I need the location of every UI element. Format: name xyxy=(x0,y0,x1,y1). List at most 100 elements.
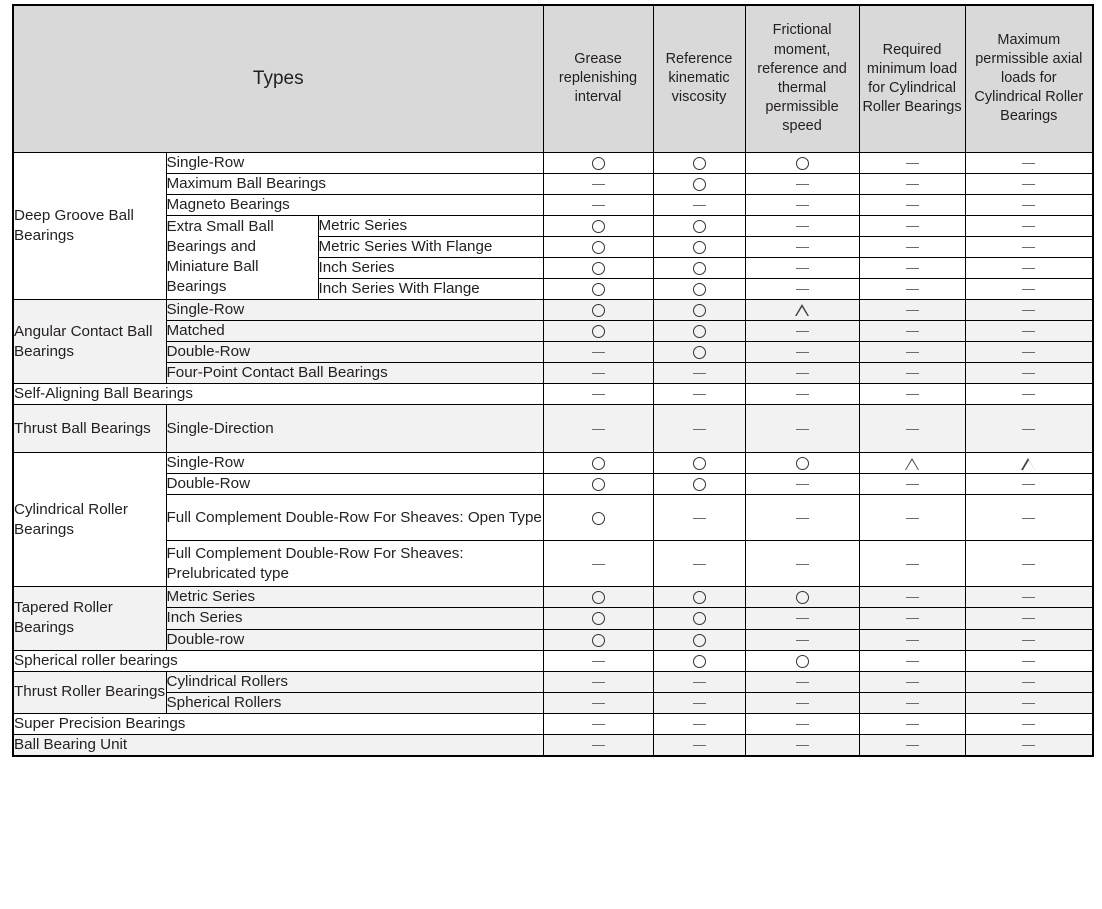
mark-dash-icon xyxy=(591,352,605,354)
mark-dash-icon xyxy=(692,681,706,683)
mark-circle-icon xyxy=(795,654,809,668)
series-label-cell: Metric Series With Flange xyxy=(317,235,544,258)
mark-circle-icon xyxy=(795,156,809,170)
mark-cell xyxy=(542,473,654,496)
mark-cell xyxy=(652,452,746,475)
mark-cell xyxy=(652,540,746,588)
mark-cell xyxy=(542,733,654,757)
mark-dash-icon xyxy=(795,394,809,396)
mark-circle-icon xyxy=(692,240,706,254)
mark-cell xyxy=(858,383,966,406)
mark-dash-icon xyxy=(692,428,706,430)
mark-dash-icon xyxy=(905,660,919,662)
header-row: Types Grease replenishing interval Refer… xyxy=(12,4,1094,153)
subgroup-label-cell: Cylindrical Rollers xyxy=(165,670,544,693)
mark-circle-icon xyxy=(591,511,605,525)
mark-cell xyxy=(964,235,1094,258)
mark-cell xyxy=(964,649,1094,672)
mark-dash-icon xyxy=(905,744,919,746)
mark-dash-icon xyxy=(905,702,919,704)
mark-dash-icon xyxy=(905,267,919,269)
series-label-cell: Inch Series xyxy=(317,256,544,279)
page-root: { "table": { "headers": { "types": "Type… xyxy=(0,0,1102,909)
mark-cell xyxy=(964,151,1094,174)
mark-cell xyxy=(858,473,966,496)
mark-cell xyxy=(652,235,746,258)
mark-dash-icon xyxy=(1022,309,1036,311)
mark-dash-icon xyxy=(1022,394,1036,396)
mark-cell xyxy=(964,733,1094,757)
mark-cell xyxy=(964,586,1094,609)
mark-cell xyxy=(858,298,966,322)
mark-circle-icon xyxy=(692,591,706,605)
mark-triangle-icon xyxy=(904,457,919,471)
mark-cell xyxy=(542,383,654,406)
mark-cell xyxy=(964,670,1094,693)
mark-dash-icon xyxy=(905,309,919,311)
mark-dash-icon xyxy=(591,373,605,375)
mark-cell xyxy=(744,628,860,651)
subgroup-label-cell: Matched xyxy=(165,319,544,343)
mark-dash-icon xyxy=(1022,428,1036,430)
mark-circle-icon xyxy=(692,346,706,360)
mark-cell xyxy=(542,341,654,364)
mark-dash-icon xyxy=(1022,288,1036,290)
mark-cell xyxy=(542,628,654,651)
mark-dash-icon xyxy=(905,681,919,683)
mark-dash-icon xyxy=(1022,225,1036,227)
subgroup-label-cell: Double-Row xyxy=(165,341,544,364)
mark-cell xyxy=(858,277,966,300)
mark-cell xyxy=(744,214,860,237)
table-row: Four-Point Contact Ball Bearings xyxy=(13,362,1094,385)
table-row: Angular Contact Ball Bearings Single-Row xyxy=(12,298,1094,385)
mark-cell xyxy=(744,193,860,216)
mark-cell xyxy=(858,628,966,651)
mark-circle-icon xyxy=(692,261,706,275)
table-row: Super Precision Bearings xyxy=(12,712,1094,735)
mark-dash-icon xyxy=(905,331,919,333)
mark-dash-icon xyxy=(905,288,919,290)
group-label-cell: Tapered Roller Bearings xyxy=(12,586,167,651)
group-label-cell: Self-Aligning Ball Bearings xyxy=(12,383,544,406)
mark-circle-icon xyxy=(692,633,706,647)
mark-dash-icon xyxy=(795,331,809,333)
mark-cell xyxy=(858,733,966,757)
mark-cell xyxy=(964,256,1094,279)
mark-cell xyxy=(964,494,1094,542)
mark-dash-icon xyxy=(1022,331,1036,333)
mark-cell xyxy=(652,649,746,672)
mark-circle-icon xyxy=(692,478,706,492)
mark-cell xyxy=(652,319,746,343)
mark-cell xyxy=(858,193,966,216)
mark-cell xyxy=(858,214,966,237)
mark-circle-icon xyxy=(591,261,605,275)
mark-cell xyxy=(542,151,654,174)
mark-cell xyxy=(964,319,1094,343)
mark-circle-icon xyxy=(692,156,706,170)
mark-cell xyxy=(964,691,1094,714)
mark-cell xyxy=(744,235,860,258)
mark-cell xyxy=(858,452,966,475)
group-label-cell: Spherical roller bearings xyxy=(12,649,544,672)
mark-circle-icon xyxy=(692,654,706,668)
mark-cell xyxy=(858,235,966,258)
mark-dash-icon xyxy=(1022,373,1036,375)
mark-dash-icon xyxy=(591,723,605,725)
group-label-cell: Thrust Roller Bearings xyxy=(12,670,167,714)
mark-cell xyxy=(744,473,860,496)
subgroup-label-cell: Spherical Rollers xyxy=(165,691,544,714)
mark-dash-icon xyxy=(795,428,809,430)
mark-dash-icon xyxy=(692,563,706,565)
mark-dash-icon xyxy=(591,681,605,683)
mark-cell xyxy=(858,362,966,385)
mark-cell xyxy=(542,494,654,542)
mark-cell xyxy=(542,540,654,588)
mark-cell xyxy=(542,712,654,735)
mark-dash-icon xyxy=(905,352,919,354)
mark-circle-icon xyxy=(591,633,605,647)
mark-dash-icon xyxy=(1022,618,1036,620)
mark-dash-icon xyxy=(905,428,919,430)
table-row: Thrust Ball Bearings Single-Direction xyxy=(12,404,1094,454)
mark-dash-icon xyxy=(1022,204,1036,206)
mark-dash-icon xyxy=(1022,352,1036,354)
